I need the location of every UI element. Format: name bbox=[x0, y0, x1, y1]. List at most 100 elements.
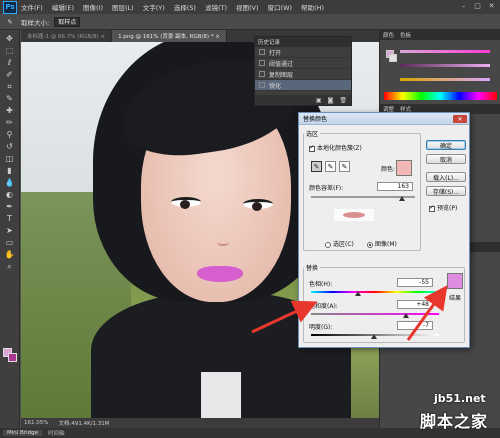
background-color-swatch[interactable] bbox=[8, 353, 17, 362]
tab-mini-bridge[interactable]: Mini Bridge bbox=[3, 430, 42, 436]
history-snapshot-icon bbox=[259, 71, 265, 77]
ok-button[interactable]: 确定 bbox=[426, 140, 466, 150]
move-tool-icon[interactable]: ✥ bbox=[3, 34, 17, 44]
eyedropper-icon[interactable]: ✎ bbox=[4, 16, 16, 28]
menu-file[interactable]: 文件(F) bbox=[21, 2, 43, 12]
maximize-icon[interactable]: □ bbox=[472, 1, 483, 11]
color-spectrum-bar[interactable] bbox=[384, 92, 497, 100]
history-panel-title[interactable]: 历史记录 bbox=[255, 37, 351, 47]
new-document-icon[interactable]: ▣ bbox=[316, 97, 322, 104]
history-row-sharpen[interactable]: 锐化 bbox=[255, 80, 351, 91]
tools-panel: ✥ ⬚ ℓ ✐ ⌗ ✎ ✚ ✏ ⚲ ↺ ◫ ▮ 💧 ◐ ✒ T ➤ ▭ ✋ ⌕ bbox=[0, 30, 20, 428]
color-label: 颜色: bbox=[381, 166, 396, 173]
minimize-icon[interactable]: – bbox=[458, 1, 469, 11]
dialog-title[interactable]: 替换颜色 bbox=[299, 113, 469, 125]
menu-help[interactable]: 帮助(H) bbox=[301, 2, 324, 12]
sampled-color-swatch[interactable] bbox=[396, 160, 412, 176]
menu-bar: Ps 文件(F) 编辑(E) 图像(I) 图层(L) 文字(Y) 选择(S) 滤… bbox=[0, 0, 500, 14]
hue-input[interactable]: -55 bbox=[397, 278, 433, 287]
sample-size-label: 取样大小: bbox=[21, 18, 50, 27]
radio-on-icon bbox=[367, 241, 373, 248]
brush-tool-icon[interactable]: ✏ bbox=[3, 118, 17, 128]
lightness-input[interactable]: -7 bbox=[397, 321, 433, 330]
menu-image[interactable]: 图像(I) bbox=[83, 2, 103, 12]
stamp-tool-icon[interactable]: ⚲ bbox=[3, 130, 17, 140]
color-panel-tabs: 颜色 色板 bbox=[380, 30, 500, 40]
preview-checkbox[interactable]: 预览(P) bbox=[429, 203, 457, 212]
eyedropper-tool-icon[interactable]: ✎ bbox=[3, 94, 17, 104]
hue-slider-track[interactable] bbox=[311, 291, 439, 293]
fuzziness-slider-thumb[interactable] bbox=[399, 196, 405, 201]
localized-clusters-checkbox[interactable]: 本地化颜色簇(Z) bbox=[309, 143, 362, 152]
healing-tool-icon[interactable]: ✚ bbox=[3, 106, 17, 116]
history-row-open[interactable]: 打开 bbox=[255, 47, 351, 58]
photo-shirt bbox=[201, 372, 241, 418]
photo-nose bbox=[217, 238, 229, 246]
menu-select[interactable]: 选择(S) bbox=[174, 2, 196, 12]
history-brush-tool-icon[interactable]: ↺ bbox=[3, 142, 17, 152]
hand-tool-icon[interactable]: ✋ bbox=[3, 250, 17, 260]
history-row-threshold[interactable]: 阈值通过 bbox=[255, 58, 351, 69]
color-slider-g[interactable] bbox=[400, 64, 490, 67]
color-slider-r[interactable] bbox=[400, 50, 490, 53]
dialog-close-button[interactable]: ✕ bbox=[453, 115, 467, 123]
trash-icon[interactable]: 🗑 bbox=[339, 97, 347, 104]
sample-size-select[interactable]: 取样点 bbox=[54, 16, 81, 27]
doc-tab-active[interactable]: 1.png @ 161% (背景 副本, RGB/8) * × bbox=[112, 30, 227, 42]
eraser-tool-icon[interactable]: ◫ bbox=[3, 154, 17, 164]
saturation-input[interactable]: +48 bbox=[397, 300, 433, 309]
checkbox-checked-icon bbox=[309, 144, 315, 152]
path-select-tool-icon[interactable]: ➤ bbox=[3, 226, 17, 236]
doc-tab-untitled[interactable]: 未标题-1 @ 66.7% (RGB/8) × bbox=[21, 30, 113, 42]
saturation-slider-thumb[interactable] bbox=[403, 313, 409, 318]
fuzziness-input[interactable]: 163 bbox=[377, 182, 413, 191]
lasso-tool-icon[interactable]: ℓ bbox=[3, 58, 17, 68]
crop-tool-icon[interactable]: ⌗ bbox=[3, 82, 17, 92]
menu-edit[interactable]: 编辑(E) bbox=[52, 2, 74, 12]
menu-filter[interactable]: 滤镜(T) bbox=[205, 2, 227, 12]
eyedropper-minus-icon[interactable]: ✎ bbox=[339, 161, 350, 172]
options-bar: ✎ 取样大小: 取样点 bbox=[0, 14, 500, 30]
eyedropper-plus-icon[interactable]: ✎ bbox=[325, 161, 336, 172]
shape-tool-icon[interactable]: ▭ bbox=[3, 238, 17, 248]
type-tool-icon[interactable]: T bbox=[3, 214, 17, 224]
zoom-tool-icon[interactable]: ⌕ bbox=[3, 262, 17, 272]
close-icon[interactable]: ✕ bbox=[486, 1, 497, 11]
blur-tool-icon[interactable]: 💧 bbox=[3, 178, 17, 188]
save-button[interactable]: 存储(S)... bbox=[426, 186, 466, 196]
lightness-slider-thumb[interactable] bbox=[371, 334, 377, 339]
result-label: 结果 bbox=[449, 295, 462, 302]
result-color-swatch[interactable] bbox=[447, 273, 463, 289]
photo-right-eye bbox=[243, 199, 273, 211]
menu-view[interactable]: 视图(V) bbox=[236, 2, 259, 12]
load-button[interactable]: 载入(L)... bbox=[426, 172, 466, 182]
photo-left-eye bbox=[171, 197, 201, 209]
cancel-button[interactable]: 取消 bbox=[426, 154, 466, 164]
marquee-tool-icon[interactable]: ⬚ bbox=[3, 46, 17, 56]
tab-color[interactable]: 颜色 bbox=[383, 31, 394, 39]
pen-tool-icon[interactable]: ✒ bbox=[3, 202, 17, 212]
gradient-tool-icon[interactable]: ▮ bbox=[3, 166, 17, 176]
dodge-tool-icon[interactable]: ◐ bbox=[3, 190, 17, 200]
quick-select-tool-icon[interactable]: ✐ bbox=[3, 70, 17, 80]
radio-image[interactable]: 图像(M) bbox=[367, 239, 397, 248]
menu-window[interactable]: 窗口(W) bbox=[268, 2, 293, 12]
history-snapshot-icon bbox=[259, 49, 265, 55]
radio-off-icon bbox=[325, 241, 331, 248]
tab-swatches[interactable]: 色板 bbox=[400, 31, 411, 39]
color-slider-b[interactable] bbox=[400, 78, 490, 81]
eyedropper-icon[interactable]: ✎ bbox=[311, 161, 322, 172]
menu-layer[interactable]: 图层(L) bbox=[112, 2, 134, 12]
history-footer: ▣ ◙ 🗑 bbox=[255, 95, 351, 105]
tab-timeline[interactable]: 时间轴 bbox=[48, 429, 65, 437]
radio-selection[interactable]: 选区(C) bbox=[325, 239, 354, 248]
panel-background-swatch[interactable] bbox=[389, 54, 397, 62]
photo-lips bbox=[197, 266, 243, 282]
saturation-slider-track[interactable] bbox=[311, 313, 439, 315]
menu-type[interactable]: 文字(Y) bbox=[143, 2, 165, 12]
hue-slider-thumb[interactable] bbox=[355, 291, 361, 296]
history-row-duplicate[interactable]: 复制图层 bbox=[255, 69, 351, 80]
zoom-level[interactable]: 161.05% bbox=[24, 420, 48, 426]
hue-label: 色相(H): bbox=[309, 281, 333, 288]
camera-icon[interactable]: ◙ bbox=[328, 97, 334, 104]
